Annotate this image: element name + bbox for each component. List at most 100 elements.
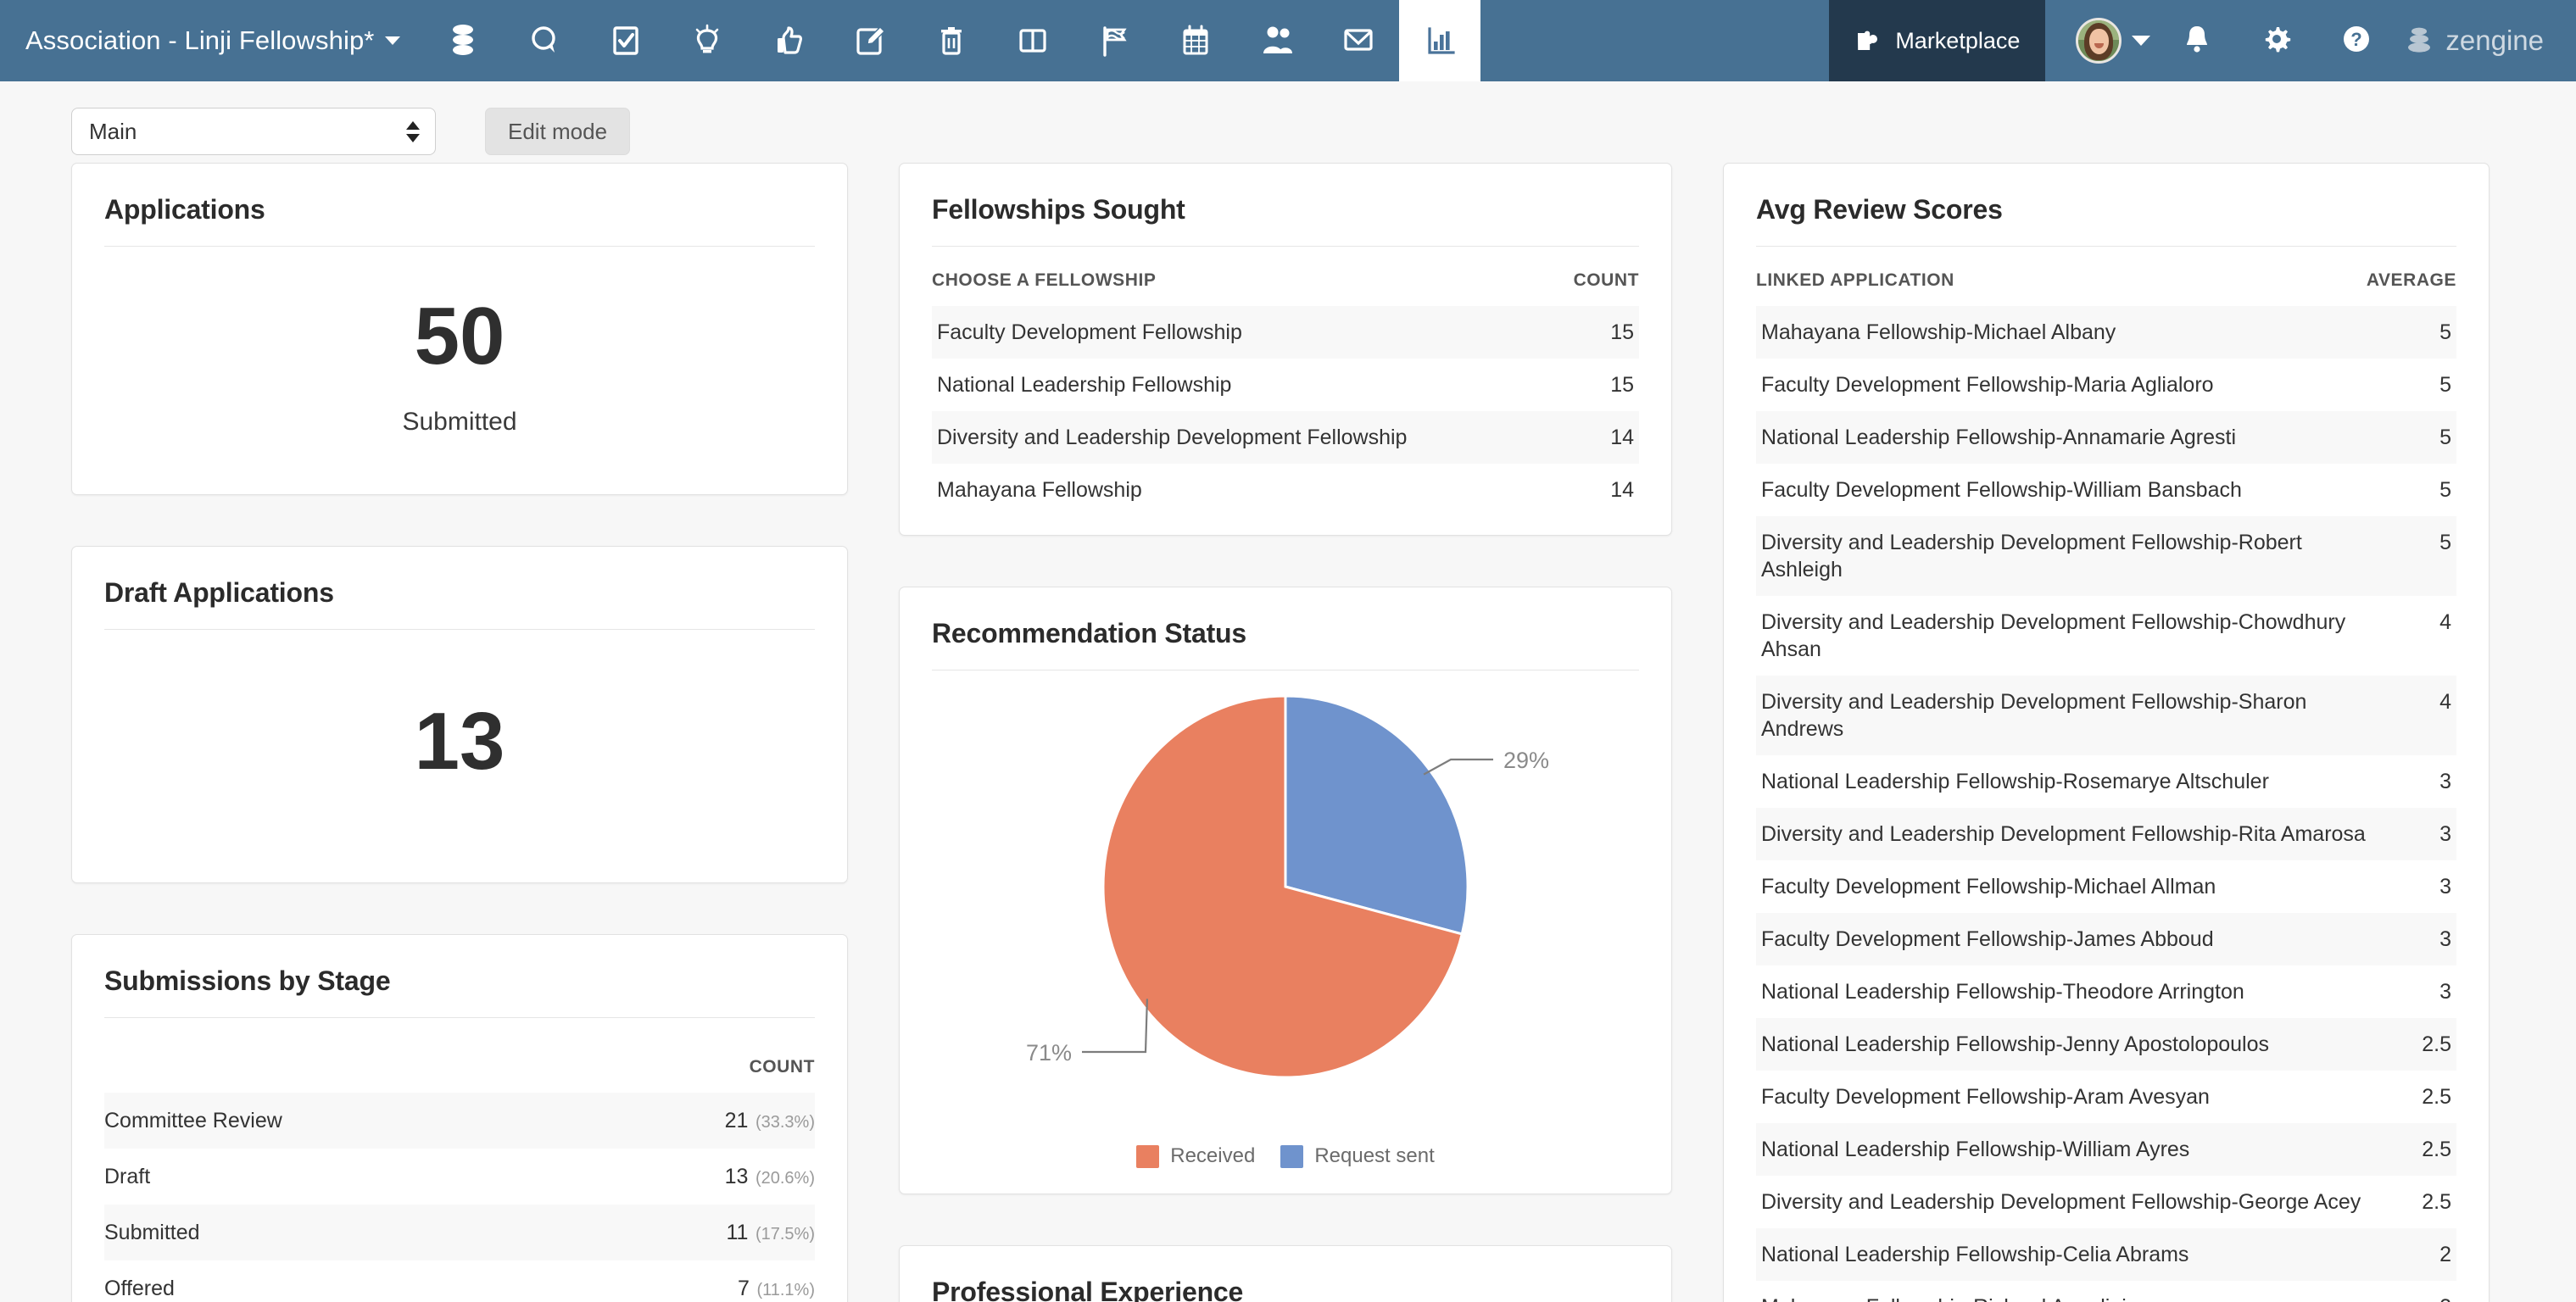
columns-icon (1016, 24, 1050, 58)
table-row[interactable]: Mahayana Fellowship 14 (932, 464, 1639, 516)
pie-label-request-sent: 29% (1503, 748, 1549, 773)
table-row[interactable]: National Leadership Fellowship-Jenny Apo… (1756, 1018, 2456, 1071)
table-row[interactable]: Faculty Development Fellowship-Aram Aves… (1756, 1071, 2456, 1123)
notifications-button[interactable] (2157, 0, 2237, 81)
nav-tab-idea[interactable] (666, 0, 748, 81)
bar-chart-icon (1423, 24, 1457, 58)
cell-linked-application: National Leadership Fellowship-Annamarie… (1761, 426, 2237, 449)
edit-mode-button[interactable]: Edit mode (485, 108, 631, 155)
puzzle-icon (1854, 26, 1883, 55)
column-header-linked-application: LINKED APPLICATION (1756, 270, 1954, 290)
table-head: LINKED APPLICATION AVERAGE (1756, 247, 2456, 306)
table-row[interactable]: Faculty Development Fellowship-William B… (1756, 464, 2456, 516)
nav-tab-checklist[interactable] (585, 0, 666, 81)
table-row[interactable]: National Leadership Fellowship-William A… (1756, 1123, 2456, 1176)
recommendation-status-chart: 29% 71% (932, 670, 1639, 1132)
legend-swatch (1280, 1144, 1304, 1168)
cell-average: 5 (2439, 426, 2451, 449)
cell-average: 4 (2439, 610, 2451, 634)
table-body: Faculty Development Fellowship 15 National… (932, 306, 1639, 516)
count-value: 7 (737, 1277, 750, 1300)
app-title-dropdown[interactable]: Association - Linji Fellowship* (0, 0, 422, 81)
help-button[interactable]: ? (2317, 0, 2396, 81)
applications-label: Submitted (402, 408, 517, 436)
pie-chart-legend: Received Request sent (932, 1144, 1639, 1175)
avg-review-scores-table: LINKED APPLICATION AVERAGE Mahayana Fell… (1756, 247, 2456, 1302)
table-row[interactable]: Faculty Development Fellowship 15 (932, 306, 1639, 359)
nav-tab-edit-note[interactable] (829, 0, 911, 81)
nav-tab-comments[interactable] (504, 0, 585, 81)
cell-linked-application: Diversity and Leadership Development Fel… (1761, 822, 2366, 846)
table-row[interactable]: Offered 7 (11.1%) (104, 1260, 815, 1302)
nav-tab-calendar[interactable] (1155, 0, 1236, 81)
nav-tab-flag[interactable] (1073, 0, 1155, 81)
cell-linked-application: National Leadership Fellowship-Jenny Apo… (1761, 1032, 2269, 1056)
marketplace-label: Marketplace (1895, 27, 2021, 53)
recommendation-status-widget: Recommendation Status 29% 71% Received Req… (899, 587, 1672, 1194)
nav-tab-columns[interactable] (992, 0, 1073, 81)
table-row[interactable]: Mahayana Fellowship-Richard Angelini2 (1756, 1281, 2456, 1302)
nav-tab-people[interactable] (1236, 0, 1318, 81)
nav-tabs (422, 0, 1481, 81)
draft-applications-title: Draft Applications (104, 547, 815, 630)
svg-text:?: ? (2351, 29, 2362, 50)
column-header-count: COUNT (1573, 270, 1639, 290)
settings-button[interactable] (2237, 0, 2317, 81)
zengine-logo-icon (2403, 24, 2435, 58)
nav-tab-database[interactable] (422, 0, 504, 81)
table-row[interactable]: Diversity and Leadership Development Fel… (1756, 676, 2456, 755)
legend-item-request-sent[interactable]: Request sent (1280, 1144, 1435, 1168)
zengine-brand[interactable]: zengine (2396, 24, 2557, 58)
trash-icon (936, 23, 967, 58)
edit-mode-label: Edit mode (508, 118, 608, 144)
pie-label-leader-line (1082, 999, 1149, 1054)
table-row[interactable]: Faculty Development Fellowship-James Abb… (1756, 913, 2456, 965)
table-row[interactable]: Diversity and Leadership Development Fel… (1756, 1176, 2456, 1228)
column-header-fellowship: CHOOSE A FELLOWSHIP (932, 270, 1157, 290)
submissions-by-stage-table: COUNT Committee Review 21 (33.3%) Draft 13 … (104, 1018, 815, 1302)
table-row[interactable]: Mahayana Fellowship-Michael Albany 5 (1756, 306, 2456, 359)
fellowships-sought-title: Fellowships Sought (932, 164, 1639, 247)
database-icon (446, 23, 480, 58)
app-title-label: Association - Linji Fellowship* (25, 25, 375, 55)
nav-tab-bar-chart[interactable] (1399, 0, 1481, 81)
column-header-average: AVERAGE (2366, 270, 2456, 290)
table-row[interactable]: Diversity and Leadership Development Fel… (932, 411, 1639, 464)
cell-count: 7 (11.1%) (576, 1260, 815, 1302)
view-select[interactable]: Main (71, 108, 436, 155)
count-value: 21 (724, 1109, 749, 1132)
cell-average: 5 (2439, 373, 2451, 397)
table-row[interactable]: Diversity and Leadership Development Fel… (1756, 596, 2456, 676)
nav-tab-thumbs-up[interactable] (748, 0, 829, 81)
submissions-by-stage-title: Submissions by Stage (104, 935, 815, 1018)
table-row[interactable]: National Leadership Fellowship-Theodore … (1756, 965, 2456, 1018)
table-row[interactable]: Faculty Development Fellowship-Maria Agl… (1756, 359, 2456, 411)
table-row[interactable]: Diversity and Leadership Development Fel… (1756, 808, 2456, 860)
cell-average: 5 (2439, 478, 2451, 502)
table-row[interactable]: National Leadership Fellowship 15 (932, 359, 1639, 411)
count-percent: (11.1%) (751, 1281, 815, 1299)
marketplace-button[interactable]: Marketplace (1829, 0, 2046, 81)
table-row[interactable]: Draft 13 (20.6%) (104, 1149, 815, 1205)
cell-linked-application: National Leadership Fellowship-William A… (1761, 1138, 2190, 1161)
envelope-icon (1341, 25, 1376, 57)
table-row[interactable]: Faculty Development Fellowship-Michael A… (1756, 860, 2456, 913)
table-row[interactable]: Diversity and Leadership Development Fel… (1756, 516, 2456, 596)
fellowships-sought-table: CHOOSE A FELLOWSHIP COUNT Faculty Develo… (932, 247, 1639, 516)
legend-label: Received (1170, 1144, 1256, 1167)
draft-applications-metric: 13 (104, 630, 815, 864)
applications-title: Applications (104, 164, 815, 247)
nav-tab-trash[interactable] (911, 0, 992, 81)
table-header-row: COUNT (104, 1018, 815, 1093)
table-row[interactable]: National Leadership Fellowship-Rosemarye… (1756, 755, 2456, 808)
table-row[interactable]: Submitted 11 (17.5%) (104, 1205, 815, 1260)
table-row[interactable]: National Leadership Fellowship-Annamarie… (1756, 411, 2456, 464)
table-row[interactable]: Committee Review 21 (33.3%) (104, 1093, 815, 1149)
flag-icon (1096, 23, 1132, 58)
applications-widget: Applications 50 Submitted (71, 163, 848, 495)
nav-tab-envelope[interactable] (1318, 0, 1399, 81)
table-row[interactable]: National Leadership Fellowship-Celia Abr… (1756, 1228, 2456, 1281)
avatar-menu[interactable] (2062, 18, 2157, 64)
legend-item-received[interactable]: Received (1136, 1144, 1255, 1168)
top-navigation-bar: Association - Linji Fellowship* Marketpl… (0, 0, 2576, 81)
